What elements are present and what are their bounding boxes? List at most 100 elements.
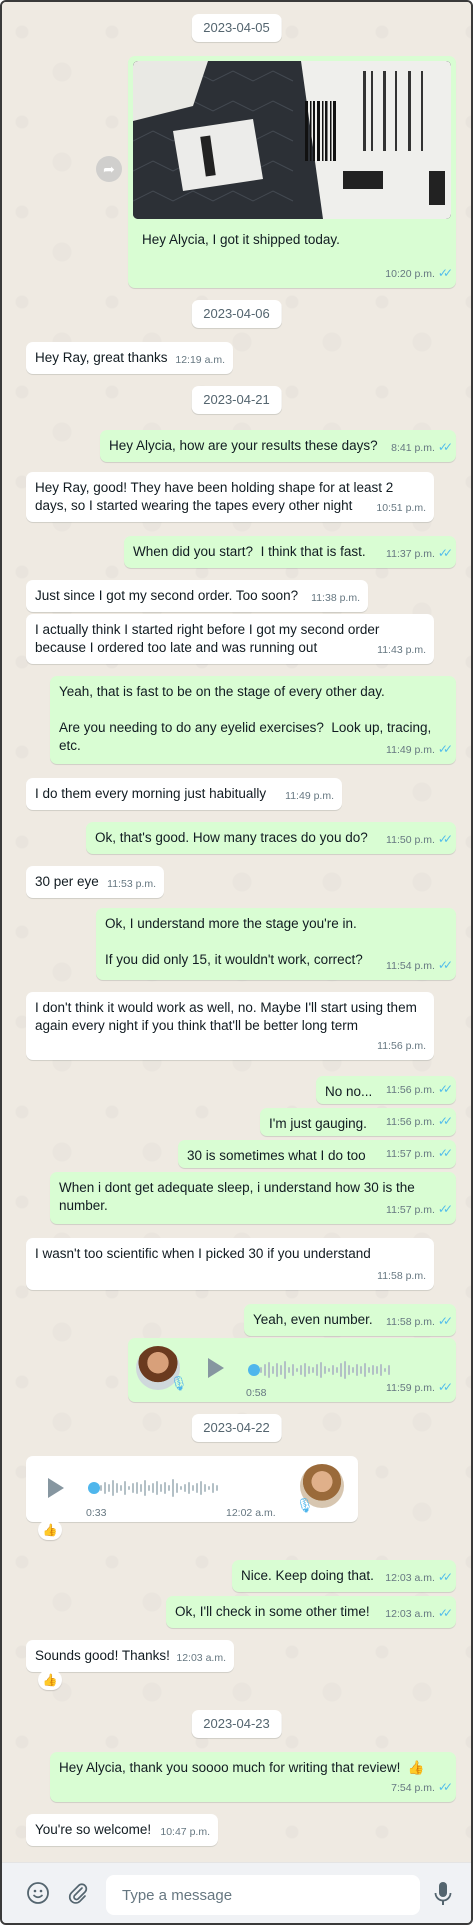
message-time: 12:03 a.m. <box>176 1652 226 1664</box>
outgoing-message[interactable]: Yeah, even number. 11:58 p.m. ✓✓ <box>244 1304 456 1336</box>
audio-waveform[interactable] <box>100 1478 218 1498</box>
message-time: 10:47 p.m. <box>160 1826 210 1838</box>
message-text: When i dont get adequate sleep, i unders… <box>59 1180 419 1213</box>
message-composer <box>2 1862 471 1923</box>
audio-waveform[interactable] <box>260 1360 390 1380</box>
outgoing-message[interactable]: When i dont get adequate sleep, i unders… <box>50 1172 456 1224</box>
outgoing-message[interactable]: I'm just gauging. 11:56 p.m. ✓✓ <box>260 1108 456 1136</box>
message-text: You're so welcome! <box>35 1822 152 1837</box>
message-time: 11:38 p.m. <box>311 592 360 604</box>
double-check-icon: ✓✓ <box>437 1780 453 1794</box>
voice-message[interactable]: 0:33 12:02 a.m. 🎙 <box>26 1456 358 1522</box>
message-time: 11:58 p.m. <box>386 1316 435 1328</box>
date-separator: 2023-04-06 <box>191 300 282 328</box>
double-check-icon: ✓✓ <box>437 1314 453 1328</box>
message-time: 8:41 p.m. <box>391 442 435 454</box>
double-check-icon: ✓✓ <box>437 440 453 454</box>
message-time: 11:56 p.m. <box>386 1084 435 1096</box>
message-time: 10:20 p.m. <box>385 268 435 280</box>
double-check-icon: ✓✓ <box>437 266 453 280</box>
outgoing-message[interactable]: Yeah, that is fast to be on the stage of… <box>50 676 456 764</box>
message-time: 11:56 p.m. <box>386 1116 435 1128</box>
message-meta: 11:50 p.m. ✓✓ <box>386 830 453 849</box>
incoming-message[interactable]: I wasn't too scientific when I picked 30… <box>26 1238 434 1290</box>
incoming-message[interactable]: I actually think I started right before … <box>26 614 434 664</box>
double-check-icon: ✓✓ <box>437 958 453 972</box>
play-icon[interactable] <box>48 1478 64 1498</box>
message-meta: 11:49 p.m. ✓✓ <box>386 740 453 759</box>
message-meta: 11:58 p.m. ✓✓ <box>386 1312 453 1331</box>
outgoing-message[interactable]: Ok, that's good. How many traces do you … <box>86 822 456 854</box>
microphone-icon: 🎙 <box>170 1375 188 1391</box>
outgoing-message[interactable]: Hey Alycia, thank you soooo much for wri… <box>50 1752 456 1802</box>
outgoing-message[interactable]: Hey Alycia, how are your results these d… <box>100 430 456 462</box>
microphone-icon[interactable] <box>434 1881 452 1912</box>
message-meta: 11:59 p.m. ✓✓ <box>386 1378 453 1397</box>
incoming-message[interactable]: Sounds good! Thanks! 12:03 a.m. <box>26 1640 234 1672</box>
message-meta: 11:54 p.m. ✓✓ <box>386 956 453 975</box>
audio-scrubber[interactable] <box>248 1364 260 1376</box>
incoming-message[interactable]: You're so welcome! 10:47 p.m. <box>26 1814 218 1846</box>
message-time: 11:43 p.m. <box>377 644 426 656</box>
outgoing-message[interactable]: Nice. Keep doing that. 12:03 a.m. ✓✓ <box>232 1560 456 1592</box>
image-message[interactable]: Hey Alycia, I got it shipped today. 10:2… <box>128 56 456 288</box>
message-text: Ok, I understand more the stage you're i… <box>105 916 363 967</box>
message-time: 11:37 p.m. <box>386 548 435 560</box>
message-meta: 12:03 a.m. ✓✓ <box>385 1604 453 1623</box>
message-text: Just since I got my second order. Too so… <box>35 588 299 603</box>
incoming-message[interactable]: I do them every morning just habitually … <box>26 778 342 810</box>
audio-scrubber[interactable] <box>88 1482 100 1494</box>
outgoing-message[interactable]: When did you start? I think that is fast… <box>124 536 456 568</box>
incoming-message[interactable]: Hey Ray, good! They have been holding sh… <box>26 472 434 522</box>
double-check-icon: ✓✓ <box>437 546 453 560</box>
double-check-icon: ✓✓ <box>437 1202 453 1216</box>
double-check-icon: ✓✓ <box>437 1380 453 1394</box>
message-time: 11:58 p.m. <box>377 1270 426 1282</box>
message-time: 11:59 p.m. <box>386 1382 435 1394</box>
double-check-icon: ✓✓ <box>437 1606 453 1620</box>
incoming-message[interactable]: Just since I got my second order. Too so… <box>26 580 368 612</box>
message-time: 11:53 p.m. <box>107 878 156 890</box>
voice-message[interactable]: 🎙 0:58 11:59 p.m. ✓✓ <box>128 1338 456 1402</box>
reaction-badge[interactable]: 👍 <box>38 1520 62 1540</box>
message-meta: 11:57 p.m. ✓✓ <box>386 1200 453 1219</box>
message-text: Ok, I'll check in some other time! <box>175 1604 370 1619</box>
audio-duration: 0:58 <box>246 1387 267 1399</box>
emoji-icon[interactable] <box>26 1881 50 1910</box>
message-text: I wasn't too scientific when I picked 30… <box>35 1246 371 1261</box>
date-separator: 2023-04-21 <box>191 386 282 414</box>
message-time: 11:57 p.m. <box>386 1204 435 1216</box>
message-text: Hey Ray, great thanks <box>35 350 168 365</box>
message-text: 30 per eye <box>35 874 99 889</box>
double-check-icon: ✓✓ <box>437 742 453 756</box>
outgoing-message[interactable]: 30 is sometimes what I do too 11:57 p.m.… <box>178 1140 456 1168</box>
forward-icon[interactable]: ➦ <box>96 156 122 182</box>
incoming-message[interactable]: 30 per eye 11:53 p.m. <box>26 866 164 898</box>
message-time: 12:03 a.m. <box>385 1608 435 1620</box>
message-text: Yeah, that is fast to be on the stage of… <box>59 684 432 753</box>
message-meta: 12:03 a.m. ✓✓ <box>385 1568 453 1587</box>
message-text: Hey Alycia, how are your results these d… <box>109 438 378 453</box>
message-meta: 11:56 p.m. ✓✓ <box>386 1112 453 1131</box>
message-input[interactable] <box>106 1875 420 1915</box>
message-meta: 11:37 p.m. ✓✓ <box>386 544 453 563</box>
reaction-badge[interactable]: 👍 <box>38 1670 62 1690</box>
message-time: 7:54 p.m. <box>391 1782 435 1794</box>
date-separator: 2023-04-23 <box>191 1710 282 1738</box>
microphone-icon: 🎙 <box>296 1497 314 1513</box>
outgoing-message[interactable]: Ok, I'll check in some other time! 12:03… <box>166 1596 456 1628</box>
paperclip-icon[interactable] <box>66 1881 90 1910</box>
package-photo[interactable] <box>133 61 451 219</box>
message-time: 12:03 a.m. <box>385 1572 435 1584</box>
message-text: I actually think I started right before … <box>35 622 384 655</box>
conversation-panel[interactable]: 2023-04-05 ➦ Hey Alycia, I got it shippe… <box>2 2 471 1862</box>
play-icon[interactable] <box>208 1358 224 1378</box>
outgoing-message[interactable]: No no... 11:56 p.m. ✓✓ <box>316 1076 456 1104</box>
message-time: 10:51 p.m. <box>376 502 426 514</box>
incoming-message[interactable]: Hey Ray, great thanks 12:19 a.m. <box>26 342 233 374</box>
message-time: 11:54 p.m. <box>386 960 435 972</box>
message-meta: 8:41 p.m. ✓✓ <box>391 438 453 457</box>
package-photo-graphic <box>133 61 451 219</box>
incoming-message[interactable]: I don't think it would work as well, no.… <box>26 992 434 1060</box>
outgoing-message[interactable]: Ok, I understand more the stage you're i… <box>96 908 456 980</box>
